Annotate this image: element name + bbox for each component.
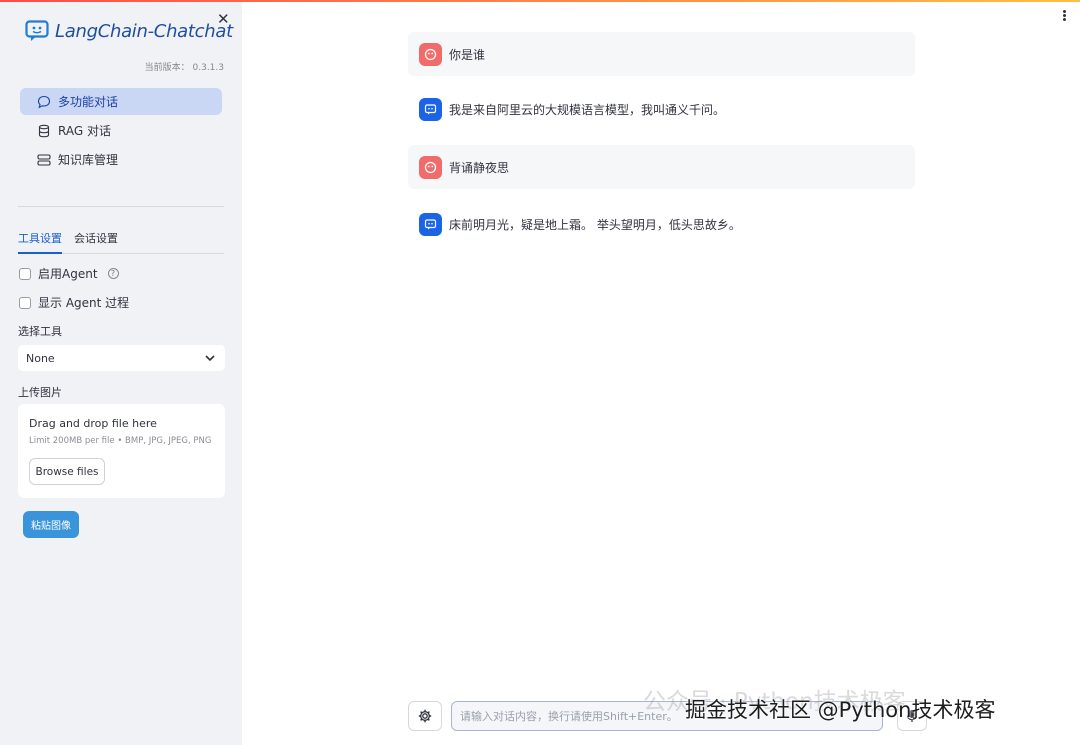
paste-image-button[interactable]: 粘贴图像 bbox=[23, 511, 79, 538]
tab-tool-settings[interactable]: 工具设置 bbox=[18, 230, 62, 254]
chat-settings-button[interactable] bbox=[408, 701, 442, 731]
message-text: 背诵静夜思 bbox=[449, 160, 510, 175]
sidebar-item-label: RAG 对话 bbox=[58, 124, 111, 138]
upload-image-label: 上传图片 bbox=[18, 386, 62, 399]
version-text: 当前版本： 0.3.1.3 bbox=[144, 63, 224, 73]
file-dropzone[interactable]: Drag and drop file here Limit 200MB per … bbox=[18, 404, 225, 498]
chat-bubble-icon bbox=[37, 95, 51, 108]
watermark-text: 掘金技术社区 @Python技术极客 bbox=[685, 698, 996, 722]
enable-agent-checkbox[interactable] bbox=[19, 267, 31, 280]
chat-logo-icon bbox=[25, 20, 49, 41]
tool-select-value: None bbox=[26, 351, 55, 365]
enable-agent-label: 启用Agent bbox=[38, 267, 98, 281]
browse-files-button[interactable]: Browse files bbox=[29, 458, 105, 485]
sidebar-menu: 多功能对话 RAG 对话 知识库管理 bbox=[20, 88, 222, 175]
user-avatar-icon bbox=[419, 42, 442, 66]
sidebar-item-knowledge-base[interactable]: 知识库管理 bbox=[20, 146, 222, 173]
chat-message-user: 你是谁 bbox=[408, 32, 915, 76]
enable-agent-row: 启用Agent ? bbox=[19, 265, 119, 282]
sidebar-item-label: 知识库管理 bbox=[58, 153, 119, 167]
help-icon[interactable]: ? bbox=[107, 268, 119, 279]
user-avatar-icon bbox=[419, 155, 442, 179]
chat-message-assistant: 我是来自阿里云的大规模语言模型，我叫通义千问。 bbox=[408, 96, 915, 122]
tab-session-settings[interactable]: 会话设置 bbox=[74, 230, 118, 253]
message-text: 你是谁 bbox=[449, 47, 486, 62]
chevron-down-icon bbox=[205, 354, 215, 361]
show-agent-checkbox[interactable] bbox=[19, 296, 31, 309]
sidebar-item-multifunction-chat[interactable]: 多功能对话 bbox=[20, 88, 222, 115]
show-agent-row: 显示 Agent 过程 bbox=[19, 294, 129, 311]
dropzone-limit: Limit 200MB per file • BMP, JPG, JPEG, P… bbox=[29, 436, 212, 446]
show-agent-label: 显示 Agent 过程 bbox=[38, 296, 130, 310]
settings-tabs: 工具设置 会话设置 bbox=[18, 230, 224, 254]
tool-select[interactable]: None bbox=[18, 345, 225, 371]
chat-message-user: 背诵静夜思 bbox=[408, 145, 915, 189]
assistant-avatar-icon bbox=[419, 97, 442, 121]
more-menu-icon[interactable] bbox=[1061, 10, 1067, 24]
message-text: 床前明月光，疑是地上霜。 举头望明月，低头思故乡。 bbox=[449, 217, 741, 232]
select-tool-label: 选择工具 bbox=[18, 325, 62, 338]
server-stack-icon bbox=[37, 153, 51, 166]
sidebar-item-rag-chat[interactable]: RAG 对话 bbox=[20, 117, 222, 144]
sidebar-divider bbox=[18, 206, 224, 207]
database-icon bbox=[38, 124, 50, 137]
dropzone-title: Drag and drop file here bbox=[29, 417, 157, 430]
assistant-avatar-icon bbox=[419, 212, 442, 236]
sidebar: ✕ LangChain-Chatchat 当前版本： 0.3.1.3 多功能对话… bbox=[0, 2, 242, 745]
logo-text: LangChain-Chatchat bbox=[55, 20, 233, 42]
message-text: 我是来自阿里云的大规模语言模型，我叫通义千问。 bbox=[449, 102, 726, 117]
app-logo: LangChain-Chatchat bbox=[25, 20, 233, 42]
sidebar-item-label: 多功能对话 bbox=[58, 95, 119, 109]
chat-message-assistant: 床前明月光，疑是地上霜。 举头望明月，低头思故乡。 bbox=[408, 211, 915, 237]
gear-icon bbox=[418, 709, 432, 723]
